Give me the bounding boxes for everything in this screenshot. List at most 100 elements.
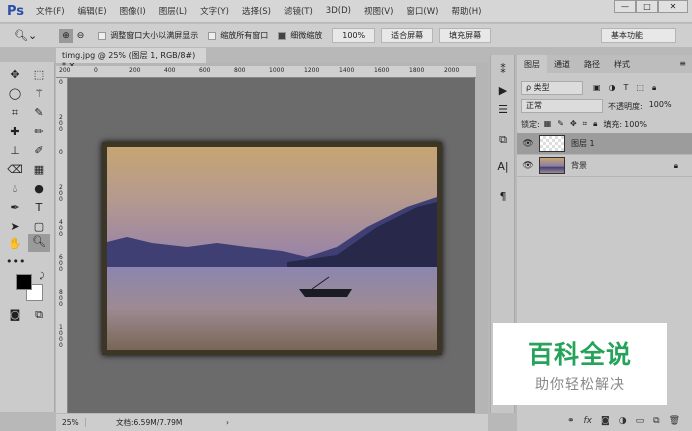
- quick-mask-icon[interactable]: ◙: [6, 307, 24, 323]
- menu-help[interactable]: 帮助(H): [451, 5, 481, 17]
- menu-image[interactable]: 图像(I): [120, 5, 146, 17]
- character-icon[interactable]: A|: [495, 160, 511, 173]
- ruler-tick-label: 600: [199, 67, 211, 74]
- layer-filter-select[interactable]: ρ 类型: [521, 81, 583, 95]
- menu-filter[interactable]: 滤镜(T): [284, 5, 313, 17]
- type-tool-icon[interactable]: T: [30, 200, 48, 216]
- ruler-tick-label: 1600: [374, 67, 390, 74]
- ruler-tick-label: 800: [59, 289, 63, 308]
- screen-mode-icon[interactable]: ⧉: [30, 307, 48, 323]
- paragraph-icon[interactable]: ¶: [495, 190, 511, 203]
- filter-type-icons[interactable]: ▣◑T⬚🔒︎: [593, 83, 664, 93]
- visibility-eye-icon[interactable]: 👁︎: [517, 139, 539, 149]
- properties-icon[interactable]: ☰: [495, 103, 511, 116]
- menu-select[interactable]: 选择(S): [242, 5, 271, 17]
- libraries-icon[interactable]: ⧉: [495, 133, 511, 147]
- blend-mode-select[interactable]: 正常: [521, 99, 603, 113]
- window-controls: — □ ✕: [614, 0, 688, 13]
- menu-3d[interactable]: 3D(D): [326, 6, 351, 16]
- layer-row-background[interactable]: 👁︎ 背景 🔒︎: [517, 155, 692, 177]
- healing-brush-icon[interactable]: ✚: [6, 124, 24, 140]
- tab-layers[interactable]: 图层: [517, 55, 547, 73]
- menu-file[interactable]: 文件(F): [36, 5, 65, 17]
- lasso-tool-icon[interactable]: ◯: [6, 86, 24, 102]
- opacity-input[interactable]: 100%: [645, 99, 683, 113]
- gradient-tool-icon[interactable]: ▦: [30, 162, 48, 178]
- magic-wand-icon[interactable]: ⚚: [30, 86, 48, 102]
- blur-tool-icon[interactable]: 💧︎: [6, 181, 24, 197]
- tab-channels[interactable]: 通道: [547, 55, 577, 73]
- menu-layer[interactable]: 图层(L): [159, 5, 187, 17]
- zoom-tool-preset-icon[interactable]: 🔍︎⌄: [14, 29, 37, 42]
- menu-window[interactable]: 窗口(W): [406, 5, 438, 17]
- eraser-icon[interactable]: ⌫: [6, 162, 24, 178]
- ruler-tick-label: 200: [59, 67, 71, 74]
- swap-colors-icon[interactable]: ⤸: [33, 268, 51, 284]
- fill-input[interactable]: 100%: [624, 120, 647, 129]
- close-button[interactable]: ✕: [658, 0, 688, 13]
- checkbox-icon: [208, 31, 217, 40]
- scrubby-zoom-checkbox[interactable]: 细微缩放: [278, 30, 322, 41]
- eyedropper-icon[interactable]: ✎: [30, 105, 48, 121]
- document-tab[interactable]: timg.jpg @ 25% (图层 1, RGB/8#) * ✕: [56, 48, 206, 70]
- ruler-tick-label: 200: [59, 114, 63, 133]
- visibility-eye-icon[interactable]: 👁︎: [517, 161, 539, 171]
- ruler-tick-label: 1400: [339, 67, 355, 74]
- new-group-icon[interactable]: ▭: [636, 416, 645, 426]
- menu-view[interactable]: 视图(V): [364, 5, 393, 17]
- history-icon[interactable]: ⁑: [495, 63, 511, 76]
- ruler-tick-label: 0: [59, 79, 63, 86]
- link-layers-icon[interactable]: ⚭: [567, 416, 575, 426]
- pen-tool-icon[interactable]: ✒: [6, 200, 24, 216]
- layer-name: 背景: [571, 161, 587, 170]
- zoom-out-icon[interactable]: ⊖: [77, 31, 85, 41]
- checkbox-checked-icon: [278, 31, 287, 40]
- fx-icon[interactable]: fx: [584, 416, 593, 426]
- delete-layer-icon[interactable]: 🗑︎: [669, 416, 680, 426]
- status-menu-arrow[interactable]: ›: [226, 418, 229, 427]
- fit-screen-button[interactable]: 适合屏幕: [381, 28, 434, 43]
- foreground-color-swatch[interactable]: [16, 274, 32, 290]
- minimize-button[interactable]: —: [614, 0, 636, 13]
- actions-play-icon[interactable]: ▶: [495, 84, 511, 97]
- workspace-select[interactable]: 基本功能: [601, 28, 676, 43]
- ruler-tick-label: 1000: [269, 67, 285, 74]
- actual-pixels-button[interactable]: 100%: [332, 28, 376, 43]
- ruler-tick-label: 1000: [59, 324, 63, 349]
- layer-thumbnail: [539, 135, 565, 152]
- brush-tool-icon[interactable]: ✏: [30, 124, 48, 140]
- clone-stamp-icon[interactable]: ⊥: [6, 143, 24, 159]
- options-bar: 🔍︎⌄ ⊕ ⊖ 调整窗口大小以满屏显示 缩放所有窗口 细微缩放 100% 适合屏…: [0, 23, 692, 47]
- path-selection-icon[interactable]: ➤: [6, 219, 24, 235]
- zoom-in-icon[interactable]: ⊕: [59, 28, 73, 43]
- ruler-tick-label: 2000: [444, 67, 460, 74]
- tab-paths[interactable]: 路径: [577, 55, 607, 73]
- history-brush-icon[interactable]: ✐: [30, 143, 48, 159]
- lock-label: 锁定:: [521, 119, 540, 129]
- resize-windows-checkbox[interactable]: 调整窗口大小以满屏显示: [98, 30, 198, 41]
- maximize-button[interactable]: □: [636, 0, 658, 13]
- tab-styles[interactable]: 样式: [607, 55, 637, 73]
- marquee-tool-icon[interactable]: ⬚: [30, 67, 48, 83]
- menu-edit[interactable]: 编辑(E): [78, 5, 107, 17]
- hand-tool-icon[interactable]: ✋: [6, 236, 24, 252]
- panel-menu-icon[interactable]: ≡: [673, 55, 692, 73]
- zoom-tool-icon[interactable]: 🔍︎: [28, 234, 50, 252]
- fill-screen-button[interactable]: 填充屏幕: [439, 28, 492, 43]
- zoom-all-windows-checkbox[interactable]: 缩放所有窗口: [208, 30, 268, 41]
- crop-tool-icon[interactable]: ⌗: [6, 105, 24, 121]
- layer-row-layer1[interactable]: 👁︎ 图层 1: [517, 133, 692, 155]
- watermark-title: 百科全说: [527, 340, 632, 369]
- dodge-tool-icon[interactable]: ●: [30, 181, 48, 197]
- move-tool-icon[interactable]: ✥: [6, 67, 24, 83]
- rectangle-tool-icon[interactable]: ▢: [30, 219, 48, 235]
- new-layer-icon[interactable]: ⧉: [653, 416, 659, 426]
- lock-icons[interactable]: ▦✎✥⌗🔒︎: [544, 119, 604, 129]
- fill-label: 填充:: [603, 119, 623, 129]
- adjustment-layer-icon[interactable]: ◑: [619, 416, 627, 426]
- more-tools-icon[interactable]: •••: [6, 254, 25, 270]
- zoom-level[interactable]: 25%: [56, 418, 86, 427]
- menu-type[interactable]: 文字(Y): [200, 5, 229, 17]
- photoshop-logo: Ps: [7, 3, 25, 19]
- add-mask-icon[interactable]: ◙: [601, 416, 610, 426]
